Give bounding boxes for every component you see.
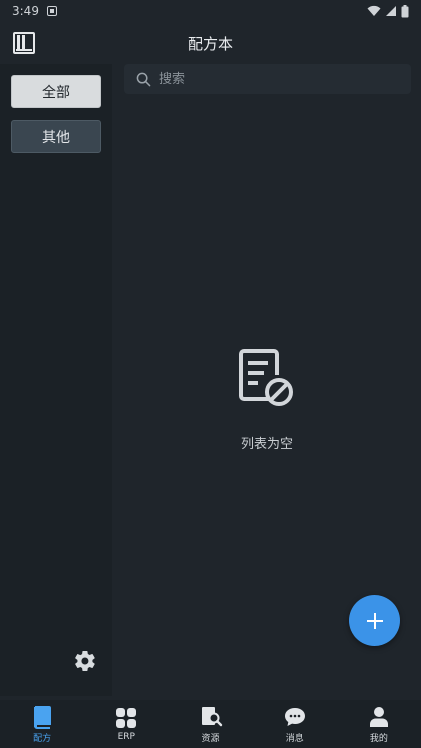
search-bar[interactable] [124,64,411,94]
book-logo-icon[interactable] [12,31,36,55]
person-icon [369,706,388,727]
nav-label: ERP [117,732,135,742]
gear-icon[interactable] [73,649,97,673]
recipe-book-icon [34,705,52,729]
bottom-nav: 配方 ERP 资源 消息 我的 [0,700,421,748]
search-icon [136,72,151,86]
app-header: 配方本 [0,24,421,62]
nav-label: 资源 [201,733,220,744]
nav-resources[interactable]: 资源 [168,700,252,748]
category-sidebar: 全部 其他 [0,64,112,696]
nav-label: 配方 [33,733,52,744]
grid-icon [116,708,137,728]
notification-icon [46,6,57,16]
nav-profile[interactable]: 我的 [337,700,421,748]
add-recipe-button[interactable] [349,595,400,646]
category-other-button[interactable]: 其他 [11,120,101,153]
nav-recipes[interactable]: 配方 [0,700,84,748]
status-left: 3:49 [12,4,57,18]
signal-icon [386,6,396,16]
nav-erp[interactable]: ERP [84,700,168,748]
wifi-icon [367,5,381,16]
plus-icon [366,612,383,629]
chat-bubble-icon [284,707,305,726]
app-screen: 3:49 配方本 全部 其他 搜索 列表为空 配方 ERP 资源 消息 我的 [0,0,421,748]
status-bar: 3:49 [0,0,421,22]
search-input[interactable] [157,70,391,88]
empty-list-icon [239,349,293,406]
category-all-button[interactable]: 全部 [11,75,101,108]
nav-messages[interactable]: 消息 [253,700,337,748]
resource-search-icon [201,706,222,726]
nav-label: 消息 [285,733,304,744]
nav-label: 我的 [369,733,388,744]
battery-icon [401,4,409,17]
page-title: 配方本 [187,34,233,53]
status-time: 3:49 [12,4,39,18]
status-right [367,4,409,18]
empty-state-text: 列表为空 [240,437,293,452]
